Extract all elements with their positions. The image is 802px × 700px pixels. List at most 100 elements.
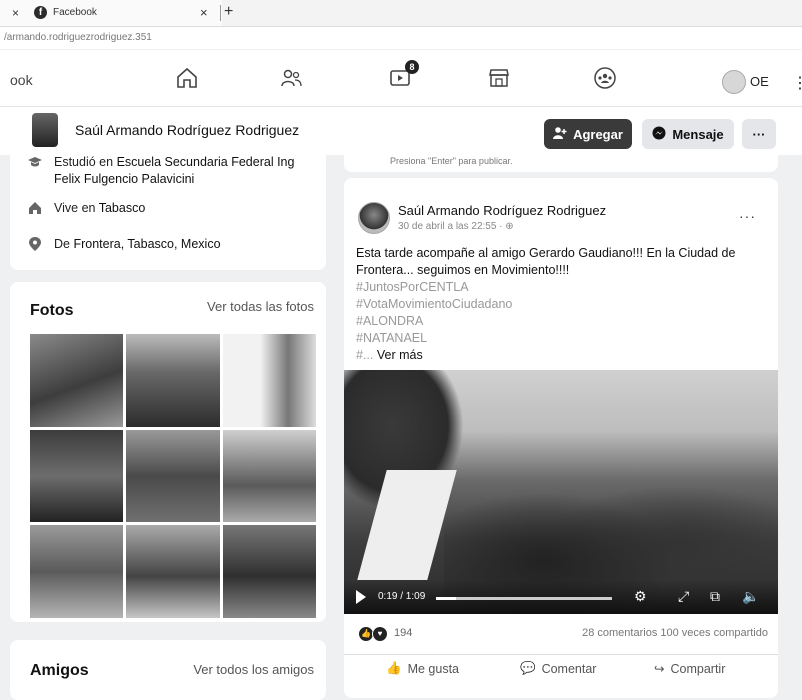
groups-icon[interactable] [590,64,620,92]
profile-avatar[interactable] [32,113,58,147]
reaction-count[interactable]: 194 [394,627,412,639]
education-prefix: Estudió en [54,155,114,169]
comment-icon: 💬 [520,661,536,675]
hashtag-link[interactable]: #ALONDRA [356,313,768,330]
settings-icon[interactable]: ⚙ [634,588,647,605]
new-tab-button[interactable]: + [224,3,233,21]
fullscreen-icon[interactable]: ⤢ [678,588,689,605]
education-row: Estudió en Escuela Secundaria Federal In… [28,154,318,188]
post-stats: 👍 ♥ 194 28 comentarios 100 veces compart… [358,626,768,642]
tab-title: Facebook [53,7,97,18]
photo-thumbnail[interactable] [126,429,220,523]
post-video[interactable]: 0:19 / 1:09 ⚙ ⤢ ⧉ 🔈 [344,370,778,614]
from-row: De Frontera, Tabasco, Mexico [28,236,221,253]
browser-tab[interactable]: × f Facebook × [0,0,222,26]
like-button[interactable]: 👍 Me gusta [386,661,459,676]
graduation-cap-icon [28,157,42,167]
url-text[interactable]: /armando.rodriguezrodriguez.351 [4,32,152,43]
lives-place[interactable]: Tabasco [99,201,146,215]
facebook-top-nav: ook 8 OE ⋮⋮ [0,50,802,107]
see-all-friends-link[interactable]: Ver todos los amigos [193,662,314,677]
photo-thumbnail[interactable] [126,334,220,427]
close-tab-button[interactable]: × [200,5,208,20]
facebook-brand-text[interactable]: ook [10,72,33,88]
photos-grid [30,334,316,618]
video-controls: 0:19 / 1:09 ⚙ ⤢ ⧉ 🔈 [344,580,778,614]
photo-thumbnail[interactable] [222,429,316,523]
user-initials[interactable]: OE [750,74,769,89]
photo-thumbnail[interactable] [30,334,124,427]
add-friend-icon [553,126,567,143]
friends-card: Amigos Ver todos los amigos [10,640,326,700]
post-options-button[interactable]: ··· [739,208,756,224]
comments-shares-count[interactable]: 28 comentarios 100 veces compartido [582,627,768,639]
share-button[interactable]: ↪ Compartir [654,661,726,677]
picture-in-picture-icon[interactable]: ⧉ [710,588,720,605]
see-more-link[interactable]: Ver más [377,348,423,362]
reaction-icons[interactable]: 👍 ♥ [358,626,388,642]
video-progress-bar[interactable] [436,597,612,600]
share-label: Compartir [670,661,726,676]
user-avatar[interactable] [722,70,746,94]
message-label: Mensaje [672,126,724,142]
photo-thumbnail[interactable] [222,525,316,618]
address-bar[interactable]: /armando.rodriguezrodriguez.351 [0,27,802,49]
photos-heading: Fotos [30,302,74,319]
post-text: Esta tarde acompañe al amigo Gerardo Gau… [356,245,768,364]
from-prefix: De [54,237,70,251]
message-button[interactable]: Mensaje [642,119,734,149]
menu-grid-icon[interactable]: ⋮⋮ [792,73,802,93]
facebook-favicon-icon: f [34,6,47,19]
profile-name[interactable]: Saúl Armando Rodríguez Rodriguez [75,122,299,138]
play-icon[interactable] [356,590,366,604]
hashtag-link[interactable]: #JuntosPorCENTLA [356,279,768,296]
like-label: Me gusta [407,661,459,676]
hashtag-truncated: #... [356,348,374,362]
photo-thumbnail[interactable] [30,525,124,618]
watch-badge: 8 [405,60,419,74]
comment-button[interactable]: 💬 Comentar [520,661,596,676]
post-body: Esta tarde acompañe al amigo Gerardo Gau… [356,246,736,277]
location-pin-icon [29,237,41,251]
photo-thumbnail[interactable] [30,429,124,523]
marketplace-icon[interactable] [484,64,514,92]
volume-icon[interactable]: 🔈 [742,588,759,605]
comment-label: Comentar [541,661,597,676]
friends-icon[interactable] [276,64,306,92]
add-friend-label: Agregar [573,126,623,142]
from-place[interactable]: Frontera, Tabasco, Mexico [73,237,220,251]
post-card: Saúl Armando Rodríguez Rodriguez 30 de a… [344,178,778,698]
profile-more-button[interactable]: ··· [742,119,776,149]
post-author-name[interactable]: Saúl Armando Rodríguez Rodriguez [398,203,606,218]
home-icon[interactable] [172,64,202,92]
share-icon: ↪ [654,662,665,676]
watch-icon[interactable]: 8 [385,60,419,92]
home-location-icon [29,202,41,214]
love-reaction-icon: ♥ [372,626,388,642]
hashtag-link[interactable]: #VotaMovimientoCiudadano [356,296,768,313]
photo-thumbnail[interactable] [222,334,316,427]
composer-hint-bar: Presiona "Enter" para publicar. [344,150,778,172]
add-friend-button[interactable]: Agregar [544,119,632,149]
close-tab-icon[interactable]: × [12,6,19,20]
globe-icon: ⊕ [505,221,514,232]
hashtag-link[interactable]: #NATANAEL [356,330,768,347]
thumbs-up-icon: 👍 [386,661,402,675]
post-author-avatar[interactable] [358,202,390,234]
browser-tab-bar: × f Facebook × + [0,0,802,27]
photo-thumbnail[interactable] [126,525,220,618]
lives-prefix: Vive en [54,201,96,215]
post-actions: 👍 Me gusta 💬 Comentar ↪ Compartir [344,654,778,683]
composer-hint: Presiona "Enter" para publicar. [390,156,513,166]
photos-card: Fotos Ver todas las fotos [10,282,326,622]
profile-header: Saúl Armando Rodríguez Rodriguez Agregar… [0,107,802,155]
post-date[interactable]: 30 de abril a las 22:55 · ⊕ [398,221,514,232]
video-time: 0:19 / 1:09 [378,591,426,602]
tab-divider [220,5,221,21]
messenger-icon [652,126,666,143]
post-date-text: 30 de abril a las 22:55 · [398,221,506,232]
friends-heading: Amigos [30,662,89,679]
intro-card: Estudió en Escuela Secundaria Federal In… [10,150,326,270]
lives-in-row: Vive en Tabasco [28,200,145,217]
see-all-photos-link[interactable]: Ver todas las fotos [207,299,314,314]
